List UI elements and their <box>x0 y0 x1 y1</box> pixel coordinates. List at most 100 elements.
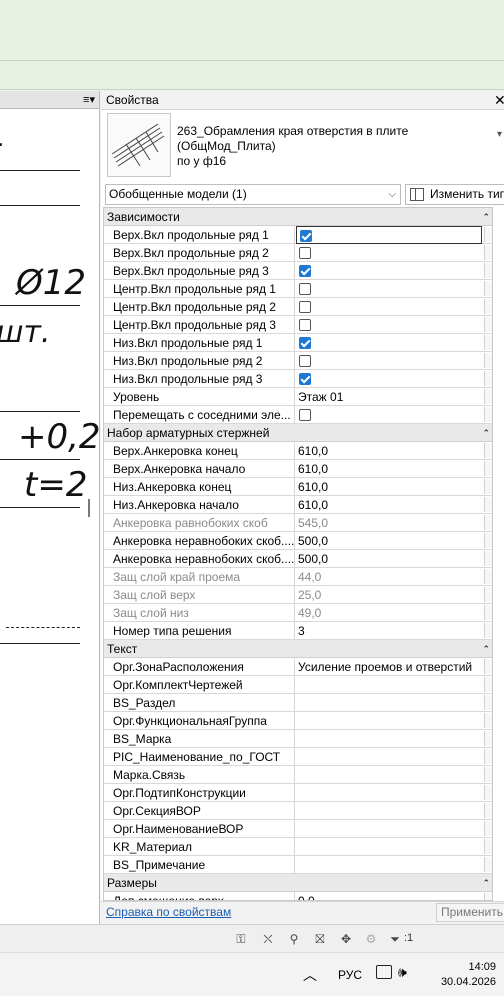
group-rebar-set[interactable]: Набор арматурных стержней ⌃ <box>104 424 492 442</box>
apply-button[interactable]: Применить <box>436 903 504 922</box>
row-button[interactable] <box>484 803 492 818</box>
property-value[interactable]: Усиление проемов и отверстий <box>296 658 482 676</box>
row-button[interactable] <box>484 695 492 710</box>
group-text[interactable]: Текст ⌃ <box>104 640 492 658</box>
property-value[interactable]: 500,0 <box>296 532 482 550</box>
row-button[interactable] <box>484 677 492 692</box>
row-button[interactable] <box>484 389 492 404</box>
property-value[interactable]: 610,0 <box>296 478 482 496</box>
property-value[interactable]: 610,0 <box>296 442 482 460</box>
property-row[interactable]: Центр.Вкл продольные ряд 2 <box>104 298 492 316</box>
select-underlay-icon[interactable]: ⛌ <box>260 931 276 947</box>
property-row[interactable]: Низ.Вкл продольные ряд 1 <box>104 334 492 352</box>
filter-icon[interactable]: ⏷ <box>387 931 403 947</box>
property-value[interactable]: 610,0 <box>296 496 482 514</box>
property-row[interactable]: Защ слой край проема 44,0 <box>104 568 492 586</box>
property-row[interactable]: Орг.КомплектЧертежей <box>104 676 492 694</box>
property-value[interactable] <box>296 748 482 766</box>
row-button[interactable] <box>484 317 492 332</box>
property-value[interactable] <box>296 316 482 334</box>
instance-filter-dropdown[interactable]: Обобщенные модели (1) ⌵ <box>105 184 401 205</box>
row-button[interactable] <box>484 623 492 638</box>
checkbox[interactable] <box>299 283 311 295</box>
property-row[interactable]: BS_Примечание <box>104 856 492 874</box>
property-value[interactable]: Этаж 01 <box>296 388 482 406</box>
row-button[interactable] <box>484 281 492 296</box>
type-selector-chevron-icon[interactable]: ▾ <box>497 129 502 140</box>
network-icon[interactable] <box>376 965 392 979</box>
row-button[interactable] <box>484 263 492 278</box>
property-value[interactable]: 3 <box>296 622 482 640</box>
property-row[interactable]: Верх.Вкл продольные ряд 1 <box>104 226 492 244</box>
property-value[interactable] <box>296 676 482 694</box>
property-row[interactable]: Центр.Вкл продольные ряд 3 <box>104 316 492 334</box>
drawing-view[interactable]: ≡▾ . Ø12 шт. +0,2 t=2 <box>0 91 100 924</box>
property-row[interactable]: Уровень Этаж 01 <box>104 388 492 406</box>
property-value[interactable]: 25,0 <box>296 586 482 604</box>
property-row[interactable]: PIC_Наименование_по_ГОСТ <box>104 748 492 766</box>
checkbox[interactable] <box>299 301 311 313</box>
property-row[interactable]: Орг.ПодтипКонструкции <box>104 784 492 802</box>
checkbox[interactable] <box>299 409 311 421</box>
property-row[interactable]: Центр.Вкл продольные ряд 1 <box>104 280 492 298</box>
row-button[interactable] <box>484 839 492 854</box>
property-row[interactable]: BS_Марка <box>104 730 492 748</box>
property-value[interactable] <box>296 730 482 748</box>
property-value[interactable] <box>296 244 482 262</box>
row-button[interactable] <box>484 335 492 350</box>
property-row[interactable]: Верх.Вкл продольные ряд 2 <box>104 244 492 262</box>
property-row[interactable]: Марка.Связь <box>104 766 492 784</box>
property-row[interactable]: Орг.ЗонаРасположения Усиление проемов и о… <box>104 658 492 676</box>
view-menu-icon[interactable]: ≡▾ <box>83 93 95 106</box>
property-value[interactable] <box>296 226 482 244</box>
property-value[interactable] <box>296 280 482 298</box>
edit-type-button[interactable]: Изменить тип <box>405 184 504 205</box>
checkbox[interactable] <box>299 247 311 259</box>
speaker-icon[interactable]: 🕪 <box>398 964 407 981</box>
checkbox[interactable] <box>299 355 311 367</box>
row-button[interactable] <box>484 515 492 530</box>
show-hidden-icons-icon[interactable]: ︿ <box>303 965 317 985</box>
help-link[interactable]: Справка по свойствам <box>106 905 231 919</box>
checkbox[interactable] <box>300 230 312 242</box>
property-value[interactable]: 545,0 <box>296 514 482 532</box>
property-value[interactable]: 44,0 <box>296 568 482 586</box>
property-row[interactable]: Низ.Анкеровка начало 610,0 <box>104 496 492 514</box>
property-value[interactable] <box>296 694 482 712</box>
row-button[interactable] <box>484 533 492 548</box>
property-row[interactable]: Орг.НаименованиеВОР <box>104 820 492 838</box>
property-row[interactable]: Низ.Вкл продольные ряд 2 <box>104 352 492 370</box>
property-value[interactable] <box>296 262 482 280</box>
row-button[interactable] <box>484 767 492 782</box>
property-value[interactable] <box>296 856 482 874</box>
property-row[interactable]: Номер типа решения 3 <box>104 622 492 640</box>
row-button[interactable] <box>484 407 492 422</box>
group-dimensions[interactable]: Размеры ⌃ <box>104 874 492 892</box>
property-row[interactable]: Верх.Вкл продольные ряд 3 <box>104 262 492 280</box>
language-indicator[interactable]: РУС <box>338 968 362 982</box>
checkbox[interactable] <box>299 319 311 331</box>
property-row[interactable]: Орг.ФункциональнаяГруппа <box>104 712 492 730</box>
property-row[interactable]: Низ.Анкеровка конец 610,0 <box>104 478 492 496</box>
property-value[interactable] <box>296 334 482 352</box>
row-button[interactable] <box>484 443 492 458</box>
row-button[interactable] <box>484 461 492 476</box>
property-row[interactable]: Низ.Вкл продольные ряд 3 <box>104 370 492 388</box>
row-button[interactable] <box>484 857 492 872</box>
property-value[interactable] <box>296 298 482 316</box>
row-button[interactable] <box>484 245 492 260</box>
property-value[interactable]: 500,0 <box>296 550 482 568</box>
row-button[interactable] <box>484 731 492 746</box>
select-by-face-icon[interactable]: ⛝ <box>312 931 328 947</box>
row-button[interactable] <box>484 749 492 764</box>
row-button[interactable] <box>484 569 492 584</box>
row-button[interactable] <box>484 371 492 386</box>
property-row[interactable]: KR_Материал <box>104 838 492 856</box>
property-value[interactable] <box>296 370 482 388</box>
property-row[interactable]: Перемещать с соседними эле... <box>104 406 492 424</box>
property-row[interactable]: BS_Раздел <box>104 694 492 712</box>
select-links-icon[interactable]: ⚿ <box>233 931 249 947</box>
property-value[interactable]: 49,0 <box>296 604 482 622</box>
row-button[interactable] <box>484 713 492 728</box>
property-row[interactable]: Защ слой верх 25,0 <box>104 586 492 604</box>
